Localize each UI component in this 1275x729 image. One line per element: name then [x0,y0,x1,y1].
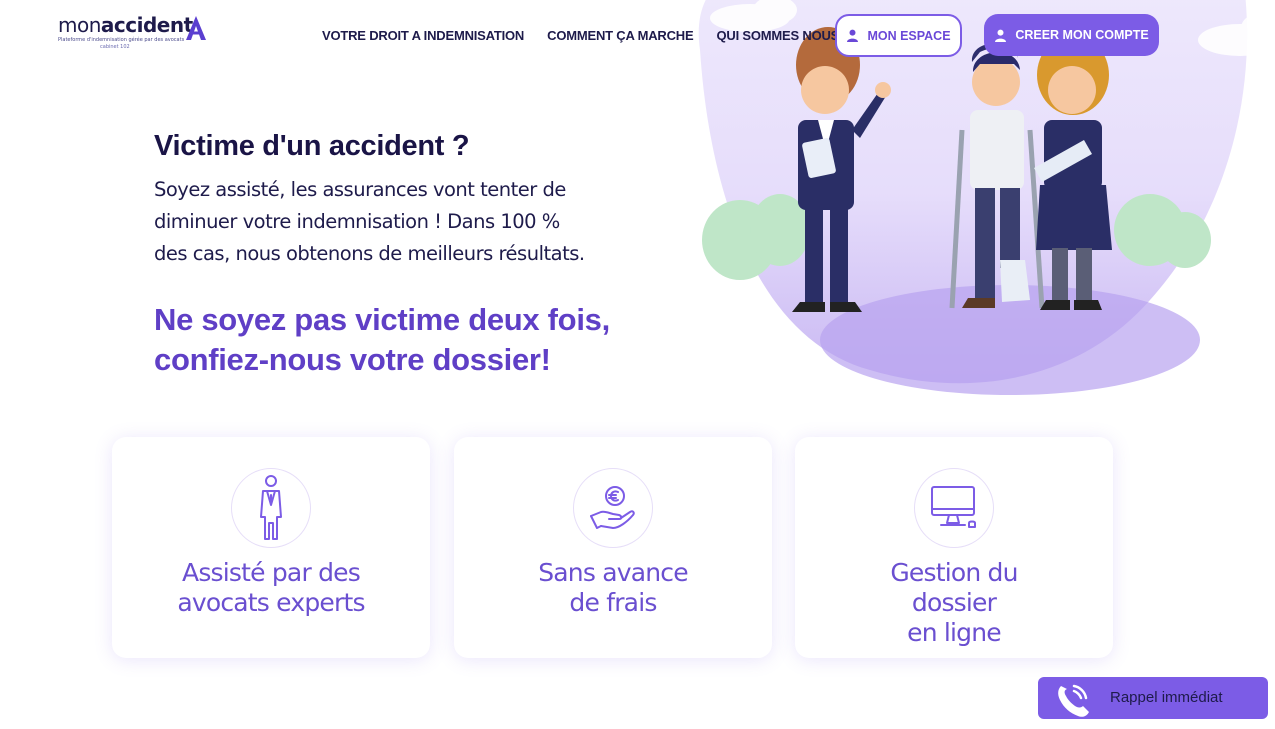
feature-card-frais: Sans avance de frais [454,437,772,658]
creer-compte-button[interactable]: CREER MON COMPTE [984,14,1159,56]
computer-icon [914,468,994,548]
feature-card-avocats: Assisté par des avocats experts [112,437,430,658]
feature-text-line: Gestion du [890,558,1018,587]
feature-text: Sans avance de frais [454,558,772,618]
hero-illustration [698,0,1275,395]
nav-qui-sommes-nous[interactable]: QUI SOMMES NOUS [716,28,839,43]
brand-a-icon [186,16,206,40]
phone-icon [1058,684,1089,717]
brand-sub: cabinet 102 [100,44,130,50]
feature-text: Gestion du dossier en ligne [795,558,1113,648]
hero-tagline-line: confiez-nous votre dossier! [154,342,551,377]
user-icon [847,29,859,42]
feature-text-line: avocats experts [177,588,365,617]
brand-name-bold: accident [100,13,193,37]
lawyer-icon [231,468,311,548]
rappel-label: Rappel immédiat [1110,689,1223,706]
nav-droit-indemnisation[interactable]: VOTRE DROIT A INDEMNISATION [322,28,524,43]
hero-title: Victime d'un accident ? [154,130,470,162]
creer-compte-label: CREER MON COMPTE [1015,28,1149,42]
mon-espace-label: MON ESPACE [867,28,951,43]
euro-hand-icon [573,468,653,548]
feature-text-line: Assisté par des [182,558,361,587]
hero-tagline-line: Ne soyez pas victime deux fois, [154,302,610,337]
feature-text-line: dossier [911,588,997,617]
brand-name-light: mon [58,13,101,37]
brand-logo[interactable]: monaccident Plateforme d'indemnisation g… [58,14,218,58]
hero-body-line: Soyez assisté, les assurances vont tente… [154,178,566,201]
feature-text-line: de frais [569,588,657,617]
hero-body-line: diminuer votre indemnisation ! Dans 100 … [154,210,560,233]
hero-tagline: Ne soyez pas victime deux fois, confiez-… [154,300,610,380]
rappel-immediat-button[interactable]: Rappel immédiat [1038,677,1268,719]
nav-comment-ca-marche[interactable]: COMMENT ÇA MARCHE [547,28,694,43]
hero-body-line: des cas, nous obtenons de meilleurs résu… [154,242,585,265]
user-icon [995,29,1007,42]
mon-espace-button[interactable]: MON ESPACE [835,14,962,57]
feature-text-line: Sans avance [538,558,688,587]
feature-text-line: en ligne [907,618,1002,647]
main-nav: VOTRE DROIT A INDEMNISATION COMMENT ÇA M… [322,14,839,56]
feature-card-dossier: Gestion du dossier en ligne [795,437,1113,658]
hero-body: Soyez assisté, les assurances vont tente… [154,174,634,270]
feature-text: Assisté par des avocats experts [112,558,430,618]
